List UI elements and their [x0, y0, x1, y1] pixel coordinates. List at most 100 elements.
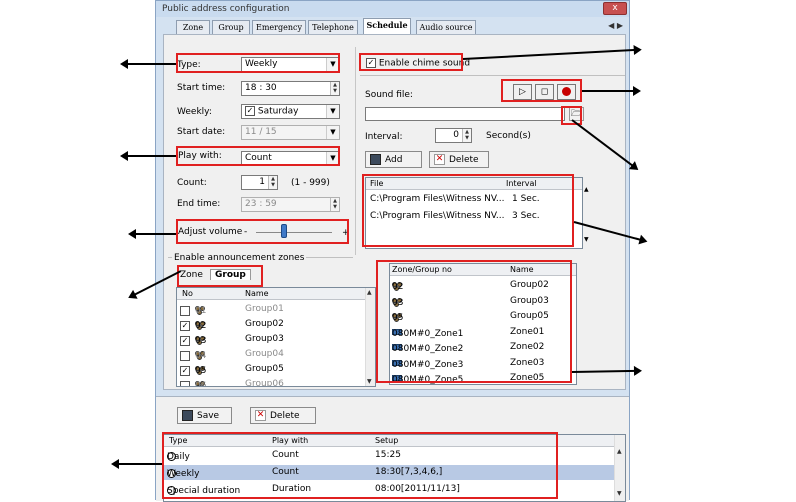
check-icon[interactable]: ✓: [180, 321, 190, 331]
list-item[interactable]: ✓ 03 Group03: [177, 332, 375, 347]
start-time-input[interactable]: 18 : 30 ▲ ▼: [241, 81, 340, 96]
tab-group[interactable]: Group: [212, 20, 250, 34]
list-item[interactable]: 01 Group01: [177, 302, 375, 317]
file-table-scrollbar[interactable]: ▲ ▼: [584, 179, 592, 245]
delete-schedule-button[interactable]: ✕ Delete: [250, 407, 316, 424]
list-item[interactable]: 04 Group04: [177, 347, 375, 362]
start-time-label: Start time:: [177, 83, 226, 93]
subtab-zone[interactable]: Zone: [180, 270, 203, 280]
title-bar: Public address configuration: [156, 1, 629, 17]
table-row[interactable]: C:\Program Files\Witness NV... 1 Sec.: [366, 192, 582, 207]
scroll-down-icon[interactable]: ▼: [617, 490, 622, 497]
add-file-button[interactable]: Add: [365, 151, 422, 168]
check-icon[interactable]: [180, 351, 190, 361]
list-item[interactable]: 080M#0_Zone5 Zone05: [390, 371, 576, 384]
stop-button[interactable]: ◻: [535, 84, 554, 100]
subtab-group[interactable]: Group: [210, 269, 251, 280]
tab-bar: Zone Group Emergency Telephone Schedule …: [162, 18, 625, 34]
list-item[interactable]: ✓ 05 Group05: [177, 362, 375, 377]
list-item[interactable]: 02 Group02: [390, 278, 576, 293]
delete-schedule-label: Delete: [270, 411, 300, 421]
interval-input[interactable]: 0 ▲ ▼: [435, 128, 472, 143]
list-item[interactable]: ✓ 02 Group02: [177, 317, 375, 332]
zone-group-name: Zone02: [510, 342, 545, 352]
check-icon[interactable]: ✓: [180, 366, 190, 376]
type-select[interactable]: Weekly ▼: [241, 57, 340, 72]
play-with-select[interactable]: Count ▼: [241, 151, 340, 166]
volume-thumb[interactable]: [280, 224, 287, 238]
weekly-label: Weekly:: [177, 107, 212, 117]
table-row[interactable]: Daily Count 15:25: [164, 448, 614, 463]
tab-telephone[interactable]: Telephone: [308, 20, 358, 34]
weekly-select[interactable]: ✓ Saturday ▼: [241, 104, 340, 119]
tab-zone[interactable]: Zone: [176, 20, 210, 34]
zone-group-name: Group02: [510, 280, 549, 290]
interval-col-header: Interval: [506, 179, 537, 188]
scroll-up-icon[interactable]: ▲: [584, 187, 589, 193]
tab-emergency[interactable]: Emergency: [252, 20, 306, 34]
record-button[interactable]: [557, 84, 576, 100]
volume-track[interactable]: [256, 232, 332, 233]
zones-section-label: Enable announcement zones: [172, 253, 307, 263]
play-button[interactable]: ▷: [513, 84, 532, 100]
add-label: Add: [385, 155, 403, 165]
adjust-volume-label: Adjust volume: [178, 227, 243, 237]
tab-scroll-arrows[interactable]: ◀ ▶: [608, 21, 623, 30]
count-input[interactable]: 1 ▲ ▼: [241, 175, 278, 190]
zone-group-header: Zone/Group no Name: [390, 264, 576, 276]
zone-group-name: Group03: [510, 295, 549, 306]
setup-col-header: Setup: [375, 436, 399, 445]
check-icon[interactable]: [180, 306, 190, 316]
group-name: Group01: [245, 304, 284, 314]
schedule-table-scrollbar[interactable]: ▲ ▼: [614, 435, 625, 501]
group-list-scrollbar[interactable]: ▲ ▼: [365, 288, 375, 386]
scroll-down-icon[interactable]: ▼: [367, 378, 372, 385]
table-row[interactable]: Special duration Duration 08:00[2011/11/13…: [164, 482, 614, 497]
schedule-setup: 08:00[2011/11/13]: [375, 484, 460, 494]
callout-arrow: [120, 151, 176, 161]
sound-file-table[interactable]: File Interval C:\Program Files\Witness N…: [365, 177, 583, 249]
spinner-icon: ▲ ▼: [330, 198, 339, 211]
scroll-up-icon[interactable]: ▲: [367, 289, 372, 296]
schedule-table[interactable]: Type Play with Setup Daily Count 15:25 Week…: [163, 434, 626, 502]
delete-file-button[interactable]: ✕ Delete: [429, 151, 489, 168]
check-icon[interactable]: [180, 381, 190, 386]
list-item[interactable]: 06 Group06: [177, 377, 375, 386]
schedule-play-with: Duration: [272, 484, 312, 494]
close-button[interactable]: x: [603, 2, 627, 15]
group-name: Group03: [245, 334, 284, 344]
column-divider: [355, 47, 356, 255]
zone-group-list[interactable]: Zone/Group no Name 02 Group02 03 Group03 05 G…: [389, 263, 577, 385]
table-row[interactable]: Weekly Count 18:30[7,3,4,6,]: [164, 465, 614, 480]
spinner-icon[interactable]: ▲ ▼: [462, 129, 471, 142]
play-with-value: Count: [245, 153, 272, 163]
spinner-icon[interactable]: ▲ ▼: [268, 176, 277, 189]
file-path: C:\Program Files\Witness NV...: [370, 194, 505, 204]
tab-audio-source[interactable]: Audio source: [416, 20, 476, 34]
file-path: C:\Program Files\Witness NV...: [370, 211, 505, 221]
list-item[interactable]: 080M#0_Zone2 Zone02: [390, 340, 576, 355]
scroll-down-icon[interactable]: ▼: [584, 237, 589, 243]
sound-file-input[interactable]: [365, 107, 565, 121]
save-button[interactable]: Save: [177, 407, 232, 424]
check-icon[interactable]: ✓: [180, 336, 190, 346]
list-item[interactable]: 03 Group03: [390, 294, 576, 309]
group-list[interactable]: No Name 01 Group01 ✓ 02 Group02 ✓ 03 Group03 04 G…: [176, 287, 376, 387]
chime-label: Enable chime sound: [378, 58, 471, 69]
scroll-up-icon[interactable]: ▲: [617, 448, 622, 455]
spinner-icon[interactable]: ▲ ▼: [330, 82, 339, 95]
zone-name-col-header: Name: [510, 265, 534, 274]
list-item[interactable]: 080M#0_Zone3 Zone03: [390, 356, 576, 371]
zone-no-col-header: Zone/Group no: [392, 265, 452, 274]
list-item[interactable]: 080M#0_Zone1 Zone01: [390, 325, 576, 340]
table-row[interactable]: C:\Program Files\Witness NV... 3 Sec.: [366, 209, 582, 224]
tab-schedule[interactable]: Schedule: [363, 18, 411, 34]
start-time-value: 18 : 30: [245, 83, 277, 93]
chime-check-icon[interactable]: ✓: [366, 58, 376, 68]
chime-toggle[interactable]: ✓ Enable chime sound: [366, 58, 470, 69]
count-range: (1 - 999): [291, 178, 330, 188]
list-item[interactable]: 05 Group05: [390, 309, 576, 324]
callout-arrow: [111, 459, 162, 469]
callout-arrow: [120, 59, 176, 69]
weekly-value: Saturday: [257, 106, 299, 117]
